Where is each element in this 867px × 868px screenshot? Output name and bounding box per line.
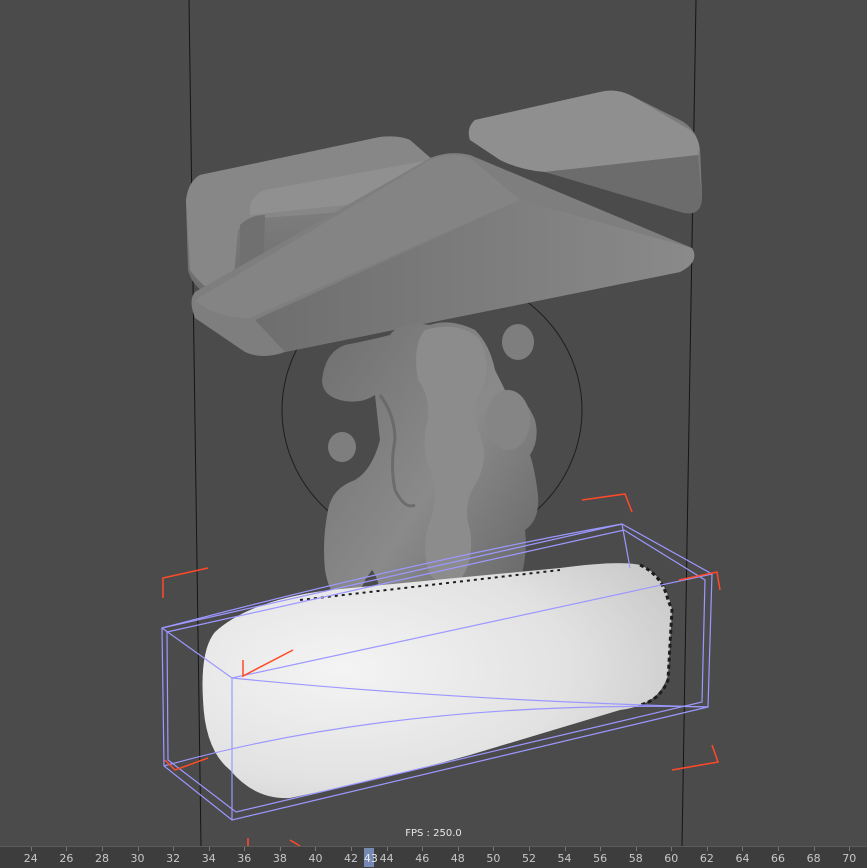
timeline-tickmark xyxy=(493,847,495,851)
timeline-frame-label: 58 xyxy=(628,852,643,865)
timeline-tickmark xyxy=(66,847,68,851)
timeline-tickmark xyxy=(635,847,637,851)
timeline-tickmark xyxy=(386,847,388,851)
timeline-bar[interactable]: 24 26 28 30 32 34 36 38 40 42 44 46 48 50 52 54 56 58 60 62… xyxy=(0,846,867,868)
timeline-frame-label: 28 xyxy=(94,852,109,865)
timeline-tickmark xyxy=(671,847,673,851)
timeline-frame-label: 32 xyxy=(166,852,181,865)
timeline-frame-label: 30 xyxy=(130,852,145,865)
timeline-frame-label: 44 xyxy=(379,852,394,865)
fps-counter: FPS : 250.0 xyxy=(405,828,462,839)
timeline-tickmark xyxy=(244,847,246,851)
timeline-frame-label: 56 xyxy=(593,852,608,865)
timeline-frame-label: 52 xyxy=(521,852,536,865)
timeline-tickmark xyxy=(137,847,139,851)
timeline-tickmark xyxy=(778,847,780,851)
timeline-frame-label: 26 xyxy=(59,852,74,865)
timeline-tickmark xyxy=(813,847,815,851)
timeline-tickmark xyxy=(315,847,317,851)
timeline-frame-label: 40 xyxy=(308,852,323,865)
timeline-tickmark xyxy=(849,847,851,851)
timeline-frame-label: 48 xyxy=(450,852,465,865)
timeline-tickmark xyxy=(564,847,566,851)
timeline-frame-label: 62 xyxy=(699,852,714,865)
timeline-frame-label: 50 xyxy=(486,852,501,865)
timeline-tickmark xyxy=(528,847,530,851)
timeline-frame-label: 64 xyxy=(735,852,750,865)
timeline-tickmark xyxy=(173,847,175,851)
timeline-tickmark xyxy=(101,847,103,851)
scene-canvas[interactable] xyxy=(0,0,867,846)
timeline-frame-label: 54 xyxy=(557,852,572,865)
timeline-frame-label: 46 xyxy=(415,852,430,865)
timeline-frame-label: 60 xyxy=(664,852,679,865)
timeline-tickmark xyxy=(706,847,708,851)
timeline-tickmark xyxy=(208,847,210,851)
timeline-tickmark xyxy=(457,847,459,851)
timeline-frame-label: 36 xyxy=(237,852,252,865)
current-frame-label: 43 xyxy=(363,852,378,865)
fluid-droplet xyxy=(328,432,356,462)
timeline-tickmark xyxy=(600,847,602,851)
timeline-frame-label: 70 xyxy=(842,852,857,865)
3d-viewport[interactable]: FPS : 250.0 xyxy=(0,0,867,846)
guide-line-left xyxy=(188,0,202,846)
timeline-tickmark xyxy=(422,847,424,851)
timeline-frame-label: 38 xyxy=(272,852,287,865)
timeline-frame-label: 24 xyxy=(23,852,38,865)
fluid-droplet xyxy=(486,390,530,450)
timeline-tickmark xyxy=(742,847,744,851)
timeline-tickmark xyxy=(30,847,32,851)
timeline-tickmark xyxy=(351,847,353,851)
timeline-frame-label: 42 xyxy=(344,852,359,865)
fluid-droplet xyxy=(502,324,534,360)
timeline-frame-label: 68 xyxy=(806,852,821,865)
timeline-tickmark xyxy=(279,847,281,851)
timeline-frame-label: 34 xyxy=(201,852,216,865)
timeline-frame-label: 66 xyxy=(771,852,786,865)
